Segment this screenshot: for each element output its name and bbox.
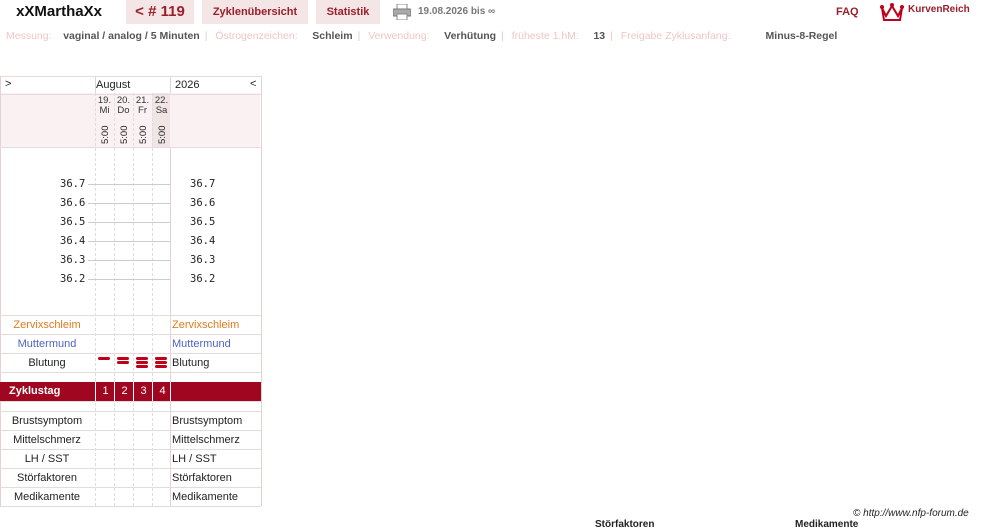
day-weekday: Do — [117, 105, 130, 116]
measure-time: 5:00 — [100, 125, 111, 145]
temperature-tick-right: 36.2 — [190, 273, 216, 285]
day-weekday: Sa — [155, 105, 168, 116]
bleeding-mark[interactable] — [136, 365, 148, 368]
temperature-gridline — [88, 260, 170, 261]
cycle-day-label: Zyklustag — [9, 385, 61, 397]
measure-value: vaginal / analog / 5 Minuten — [63, 30, 200, 42]
date-range: 19.08.2026 bis ∞ — [418, 6, 496, 17]
printer-icon[interactable] — [393, 4, 411, 20]
bleeding-mark[interactable] — [98, 357, 110, 360]
temperature-gridline — [88, 222, 170, 223]
temperature-tick-right: 36.4 — [190, 235, 216, 247]
temperature-tick-left: 36.6 — [60, 197, 86, 209]
midpain-label: Mittelschmerz — [13, 434, 81, 446]
year-label: 2026 — [175, 79, 200, 91]
faq-link[interactable]: FAQ — [836, 6, 859, 18]
cervix-label-right: Muttermund — [172, 338, 231, 350]
mucus-label-right: Zervixschleim — [172, 319, 240, 331]
cycle-overview-tab[interactable]: Zyklenübersicht — [202, 0, 308, 24]
medication-label: Medikamente — [13, 491, 81, 503]
temperature-tick-right: 36.3 — [190, 254, 216, 266]
cycle-day-number[interactable]: 1 — [95, 382, 115, 401]
next-cycle-arrow[interactable]: < — [250, 78, 256, 90]
mucus-label: Zervixschleim — [13, 319, 81, 331]
temperature-gridline — [88, 203, 170, 204]
temperature-gridline — [88, 184, 170, 185]
day-weekday: Mi — [99, 105, 110, 116]
copyright-link[interactable]: © http://www.nfp-forum.de — [853, 508, 969, 519]
temperature-tick-left: 36.4 — [60, 235, 86, 247]
bleeding-mark[interactable] — [117, 361, 129, 364]
breast-symptom-label: Brustsymptom — [11, 415, 83, 427]
disturbance-label-right: Störfaktoren — [172, 472, 232, 484]
lh-test-label: LH / SST — [24, 453, 70, 465]
release-label: Freigabe Zyklusanfang: — [620, 30, 731, 42]
temperature-tick-left: 36.5 — [60, 216, 86, 228]
day-header[interactable]: 20. Do — [114, 96, 133, 116]
earliest-hm-value: 13 — [593, 30, 606, 42]
temperature-gridline — [88, 241, 170, 242]
estrogen-value: Schleim — [312, 30, 353, 42]
measure-time: 5:00 — [119, 125, 130, 145]
bleeding-label: Blutung — [28, 357, 66, 369]
midpain-label-right: Mittelschmerz — [172, 434, 240, 446]
crown-logo-icon[interactable] — [880, 2, 904, 22]
bleeding-mark[interactable] — [155, 357, 167, 360]
measure-time: 5:00 — [157, 125, 168, 145]
usage-value: Verhütung — [444, 30, 497, 42]
day-header[interactable]: 19. Mi — [95, 96, 114, 116]
cycle-day-number[interactable]: 3 — [133, 382, 153, 401]
temperature-tick-right: 36.6 — [190, 197, 216, 209]
month-label: August — [96, 79, 131, 91]
measure-label: Messung: — [6, 30, 52, 42]
cycle-chart: > August 2026 < Zervixschleim Zervixschl… — [0, 76, 262, 507]
prev-cycle-arrow[interactable]: > — [5, 78, 11, 90]
bleeding-mark[interactable] — [117, 357, 129, 360]
day-header[interactable]: 22. Sa — [152, 96, 171, 116]
statistics-tab[interactable]: Statistik — [316, 0, 380, 24]
cervix-label: Muttermund — [17, 338, 77, 350]
day-weekday: Fr — [138, 105, 147, 116]
medication-label-right: Medikamente — [172, 491, 239, 503]
breast-symptom-label-right: Brustsymptom — [172, 415, 243, 427]
temperature-gridline — [88, 279, 170, 280]
cycle-day-number[interactable]: 4 — [152, 382, 172, 401]
brand-name[interactable]: KurvenReich — [908, 4, 970, 15]
cycle-settings-bar: Messung: vaginal / analog / 5 Minuten | Ö… — [6, 30, 838, 42]
username: xXMarthaXx — [16, 3, 102, 20]
temperature-tick-left: 36.7 — [60, 178, 86, 190]
bleeding-label-right: Blutung — [172, 357, 210, 369]
temperature-tick-left: 36.2 — [60, 273, 86, 285]
bleeding-mark[interactable] — [136, 361, 148, 364]
disturbance-label: Störfaktoren — [17, 472, 77, 484]
temperature-tick-right: 36.7 — [190, 178, 216, 190]
day-header[interactable]: 21. Fr — [133, 96, 152, 116]
release-value: Minus-8-Regel — [765, 30, 838, 42]
bleeding-mark[interactable] — [155, 361, 167, 364]
lh-test-label-right: LH / SST — [172, 453, 217, 465]
temperature-tick-left: 36.3 — [60, 254, 86, 266]
measure-time: 5:00 — [138, 125, 149, 145]
cycle-day-number[interactable]: 2 — [114, 382, 134, 401]
temperature-tick-right: 36.5 — [190, 216, 216, 228]
earliest-hm-label: früheste 1.hM: — [511, 30, 579, 42]
cycle-number-tab[interactable]: < # 119 — [126, 0, 194, 24]
bleeding-mark[interactable] — [155, 365, 167, 368]
usage-label: Verwendung: — [368, 30, 430, 42]
bleeding-mark[interactable] — [136, 357, 148, 360]
estrogen-label: Östrogenzeichen: — [215, 30, 298, 42]
